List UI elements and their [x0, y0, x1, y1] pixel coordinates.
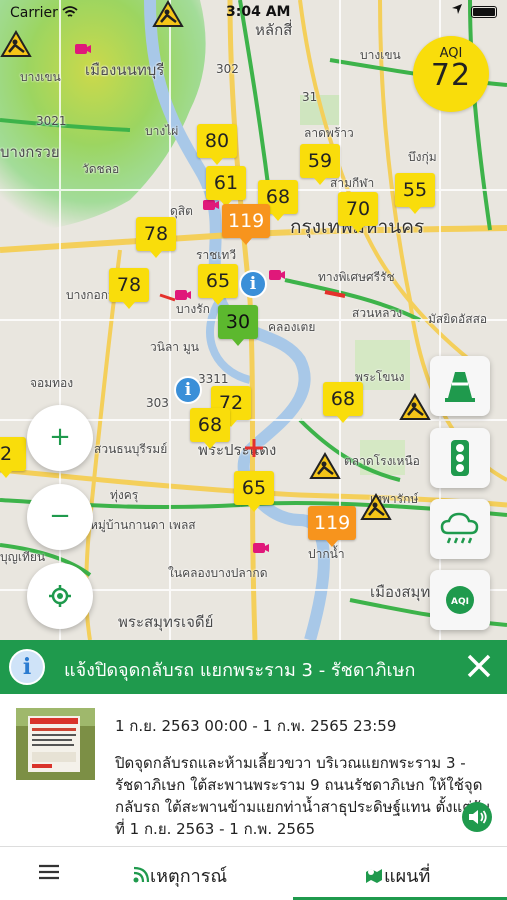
roadwork-layer-button[interactable] [430, 356, 490, 416]
map-label: สวนธนบุรีรมย์ [94, 442, 168, 456]
cctv-camera-icon[interactable] [74, 42, 92, 56]
map-label: บางรัก [176, 302, 210, 316]
zoom-in-button[interactable]: + [27, 405, 93, 471]
traffic-light-layer-button[interactable] [430, 428, 490, 488]
map-label: วนิลา มูน [150, 340, 199, 354]
cctv-camera-icon[interactable] [174, 288, 192, 302]
info-marker-icon[interactable]: i [239, 270, 267, 298]
cctv-camera-icon[interactable] [202, 198, 220, 212]
map-label: 3311 [198, 372, 229, 386]
location-cross-icon [245, 439, 263, 457]
map-pin-icon [366, 869, 382, 883]
map-label: ราชเทวี [196, 248, 237, 262]
map-label: บางเขน [360, 48, 401, 62]
aqi-marker[interactable]: 65 [198, 264, 238, 305]
close-icon[interactable] [463, 650, 495, 682]
map-label: พระสมุทรเจดีย์ [118, 613, 214, 631]
info-marker-icon[interactable]: i [174, 376, 202, 404]
map-label: เมืองนนทบุรี [85, 61, 165, 79]
tab-map[interactable]: แผนที่ [364, 861, 430, 890]
svg-text:AQI: AQI [451, 597, 469, 607]
aqi-marker[interactable]: 68 [190, 408, 230, 449]
tab-events[interactable]: เหตุการณ์ [132, 861, 227, 890]
aqi-marker[interactable]: 68 [323, 382, 363, 423]
map-label: หมู่บ้านกานดา เพลส [90, 518, 196, 532]
map-label: บางไผ่ [145, 124, 179, 138]
aqi-summary-value: 72 [430, 58, 472, 93]
aqi-marker[interactable]: 80 [197, 124, 237, 165]
aqi-marker[interactable]: 70 [338, 192, 378, 233]
bottom-tab-bar: เหตุการณ์ แผนที่ [0, 846, 507, 900]
map-label: ปากน้ำ [308, 547, 345, 561]
aqi-layer-button[interactable]: AQI [430, 570, 490, 630]
map-label: สวนหลวง [352, 306, 403, 320]
status-bar: Carrier 3:04 AM [0, 0, 507, 26]
aqi-marker[interactable]: 55 [395, 173, 435, 214]
map-label: บึงกุ่ม [408, 150, 437, 164]
map-label: เมืองสมุทร [370, 583, 439, 601]
aqi-marker[interactable]: 78 [109, 268, 149, 309]
zoom-out-button[interactable]: − [27, 484, 93, 550]
event-title: แจ้งปิดจุดกลับรถ แยกพระราม 3 - รัชดาภิเษ… [64, 660, 416, 681]
map-label: บางกรวย [0, 143, 60, 161]
cctv-camera-icon[interactable] [252, 541, 270, 555]
map-label: บุญเทียน [0, 550, 46, 564]
map-label: 3021 [36, 114, 67, 128]
aqi-marker[interactable]: 30 [218, 305, 258, 346]
hamburger-menu-icon[interactable] [38, 863, 60, 881]
aqi-icon: AQI [446, 586, 474, 614]
clock: 3:04 AM [226, 4, 291, 20]
map-label: มัสยิดอัสสอ [428, 312, 488, 326]
map-label: ในคลองบางปลากด [168, 566, 268, 580]
app-screen: หลักสี่ เมืองนนทบุรี บางเขน บางเขน 3021 … [0, 0, 507, 900]
roadwork-warning-icon[interactable] [0, 30, 32, 58]
wifi-icon [62, 6, 78, 17]
map-label: ตลาดโรงเหนือ [344, 454, 420, 468]
event-description: ปิดจุดกลับรถและห้ามเลี้ยวขวา บริเวณแยกพร… [115, 754, 491, 838]
traffic-light-icon [451, 440, 469, 476]
location-arrow-icon [452, 4, 462, 14]
map-label: บางเขน [20, 70, 61, 84]
roadwork-warning-icon[interactable] [309, 452, 341, 480]
aqi-marker[interactable]: 78 [136, 217, 176, 258]
traffic-map[interactable]: หลักสี่ เมืองนนทบุรี บางเขน บางเขน 3021 … [0, 0, 507, 640]
roadwork-warning-icon[interactable] [360, 493, 392, 521]
aqi-marker-partial[interactable]: 2 [0, 437, 26, 478]
speaker-button[interactable] [462, 802, 492, 832]
battery-icon [471, 6, 497, 18]
event-details: 1 ก.ย. 2563 00:00 - 1 ก.พ. 2565 23:59 ปิ… [0, 694, 507, 846]
aqi-summary-badge[interactable]: AQI 72 [413, 36, 489, 112]
speaker-icon [469, 810, 487, 824]
map-label: จอมทอง [30, 376, 74, 390]
map-label: 302 [216, 62, 239, 76]
map-label: ทางพิเศษศรีรัช [318, 270, 395, 284]
event-photo[interactable] [16, 708, 95, 780]
roadwork-warning-icon[interactable] [399, 393, 431, 421]
event-date-range: 1 ก.ย. 2563 00:00 - 1 ก.พ. 2565 23:59 [115, 717, 397, 735]
aqi-marker[interactable]: 65 [234, 471, 274, 512]
map-label: 303 [146, 396, 169, 410]
aqi-marker[interactable]: 59 [300, 144, 340, 185]
my-location-button[interactable] [27, 563, 93, 629]
map-label: ลาดพร้าว [304, 126, 354, 140]
tab-map-label: แผนที่ [384, 866, 431, 887]
traffic-cone-icon [445, 372, 475, 402]
tab-events-label: เหตุการณ์ [150, 866, 228, 887]
aqi-marker[interactable]: 119 [222, 204, 271, 245]
aqi-marker[interactable]: 119 [308, 506, 357, 547]
map-label: วัดชลอ [82, 162, 120, 176]
map-label: คลองเตย [268, 320, 316, 334]
aqi-marker[interactable]: 61 [206, 166, 246, 207]
cctv-camera-icon[interactable] [268, 268, 286, 282]
crosshair-icon [49, 585, 71, 607]
event-banner: i แจ้งปิดจุดกลับรถ แยกพระราม 3 - รัชดาภิ… [0, 640, 507, 694]
roadwork-sign-photo [16, 708, 95, 780]
rain-layer-button[interactable] [430, 499, 490, 559]
carrier-label: Carrier [10, 5, 58, 21]
feed-icon [133, 866, 150, 883]
info-icon: i [9, 649, 45, 685]
map-label: ทุ่งครุ [110, 488, 139, 502]
rain-cloud-icon [440, 512, 479, 544]
map-label: 31 [302, 90, 318, 104]
